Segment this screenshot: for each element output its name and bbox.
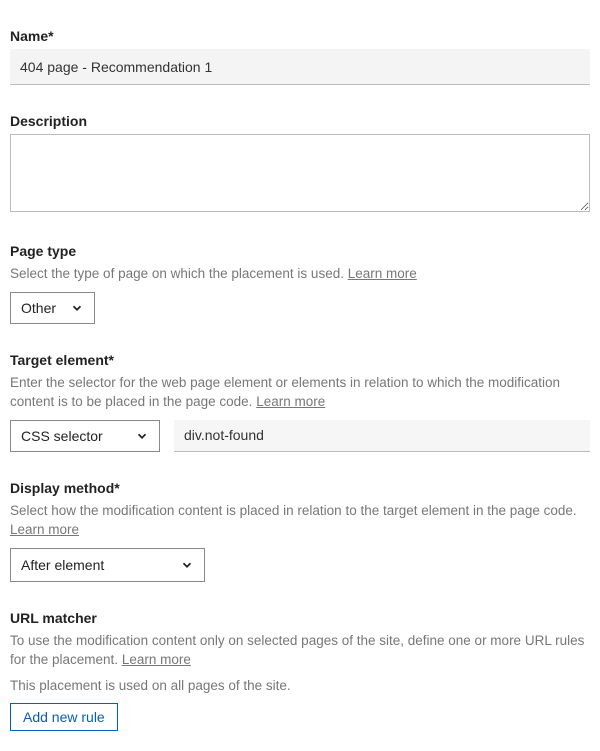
description-label: Description bbox=[10, 113, 590, 129]
target-element-learn-more-link[interactable]: Learn more bbox=[256, 394, 325, 409]
selector-type-selected: CSS selector bbox=[21, 428, 103, 444]
description-textarea[interactable] bbox=[10, 134, 590, 212]
page-type-help: Select the type of page on which the pla… bbox=[10, 264, 590, 284]
target-element-label: Target element* bbox=[10, 352, 590, 368]
page-type-help-text: Select the type of page on which the pla… bbox=[10, 266, 348, 281]
add-new-rule-button[interactable]: Add new rule bbox=[10, 703, 118, 731]
display-method-selected: After element bbox=[21, 557, 104, 573]
url-matcher-label: URL matcher bbox=[10, 610, 590, 626]
chevron-down-icon bbox=[70, 301, 84, 315]
display-method-learn-more-link[interactable]: Learn more bbox=[10, 522, 79, 537]
display-method-select[interactable]: After element bbox=[10, 548, 205, 582]
display-method-help-text: Select how the modification content is p… bbox=[10, 503, 577, 518]
chevron-down-icon bbox=[135, 429, 149, 443]
name-label: Name* bbox=[10, 28, 590, 44]
url-matcher-help-text: To use the modification content only on … bbox=[10, 633, 584, 668]
url-matcher-note: This placement is used on all pages of t… bbox=[10, 678, 590, 693]
selector-value-input[interactable] bbox=[174, 420, 590, 452]
url-matcher-learn-more-link[interactable]: Learn more bbox=[122, 652, 191, 667]
url-matcher-help: To use the modification content only on … bbox=[10, 631, 590, 670]
page-type-select[interactable]: Other bbox=[10, 292, 95, 324]
page-type-learn-more-link[interactable]: Learn more bbox=[348, 266, 417, 281]
selector-type-select[interactable]: CSS selector bbox=[10, 420, 160, 452]
chevron-down-icon bbox=[180, 558, 194, 572]
name-input[interactable] bbox=[10, 49, 590, 85]
page-type-label: Page type bbox=[10, 243, 590, 259]
page-type-selected: Other bbox=[21, 300, 56, 316]
display-method-help: Select how the modification content is p… bbox=[10, 501, 590, 540]
target-element-help: Enter the selector for the web page elem… bbox=[10, 373, 590, 412]
display-method-label: Display method* bbox=[10, 480, 590, 496]
